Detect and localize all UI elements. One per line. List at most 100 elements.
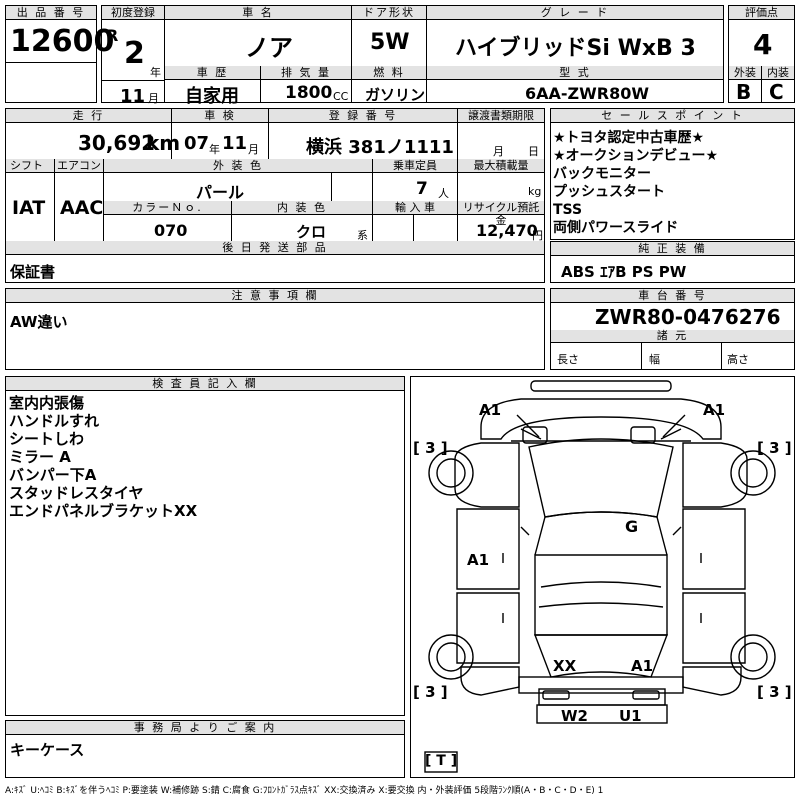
era: R bbox=[106, 26, 119, 45]
car-name: ノア bbox=[245, 34, 293, 62]
insp-year-unit: 年 bbox=[209, 143, 220, 156]
recycle-fee: 12,470 bbox=[476, 221, 538, 240]
tire-rear-left: [ 3 ] bbox=[413, 683, 448, 701]
chassis-label: 車 台 番 号 bbox=[551, 289, 794, 303]
insp-month: 11 bbox=[222, 133, 248, 154]
capacity-unit: 人 bbox=[438, 187, 449, 200]
spare-tire: [ T ] bbox=[425, 753, 458, 769]
reg-year: 2 bbox=[124, 36, 145, 71]
reg-month: 11 bbox=[120, 86, 146, 107]
door-type: 5W bbox=[370, 30, 410, 55]
first-registration-box: 初度登録 R 2 年 11 月 bbox=[101, 5, 165, 107]
score-box: 評価点 4 外装 内装 B C bbox=[728, 5, 795, 104]
rear-right-damage: A1 bbox=[631, 657, 654, 675]
inspector-note: ミラー A bbox=[9, 448, 71, 466]
lot-number: 12600 bbox=[10, 24, 115, 59]
transfer-day: 日 bbox=[528, 145, 539, 158]
ext-color: パール bbox=[196, 183, 245, 202]
equipment: ABS ｴｱB PS PW bbox=[561, 263, 687, 281]
sales-point: ★トヨタ認定中古車歴★ bbox=[553, 130, 705, 146]
displacement: 1800 bbox=[285, 83, 333, 103]
inspector-box: 検 査 員 記 入 欄 室内内張傷 ハンドルすれ シートしわ ミラー A バンパ… bbox=[5, 376, 405, 716]
caution-box: 注 意 事 項 欄 AW違い bbox=[5, 288, 545, 370]
sales-point: TSS bbox=[553, 202, 583, 218]
transfer-month: 月 bbox=[493, 145, 504, 158]
insp-month-unit: 月 bbox=[248, 143, 259, 156]
vehicle-details-box: 走 行 車 検 登 録 番 号 譲渡書類期限 30,692 km 07 年 11… bbox=[5, 108, 545, 283]
tire-rear-right: [ 3 ] bbox=[757, 683, 792, 701]
plate: 横浜 381ノ1111 bbox=[306, 137, 454, 158]
displacement-label: 排 気 量 bbox=[261, 66, 351, 80]
lot-label: 出 品 番 号 bbox=[6, 6, 96, 20]
insp-year: 07 bbox=[184, 133, 210, 154]
equipment-box: 純 正 装 備 ABS ｴｱB PS PW bbox=[550, 241, 795, 283]
sales-point: バックモニター bbox=[553, 166, 651, 182]
sales-point: 両側パワースライド bbox=[553, 220, 679, 236]
model: 6AA-ZWR80W bbox=[525, 84, 650, 103]
rear-bumper-left-damage: W2 bbox=[561, 707, 588, 725]
interior-label: 内装 bbox=[762, 66, 794, 80]
capacity: 7 bbox=[416, 179, 428, 199]
legend: A:ｷｽﾞ U:ﾍｺﾐ B:ｷｽﾞを伴うﾍｺﾐ P:要塗装 W:補修跡 S:錆 … bbox=[5, 786, 604, 796]
office-label: 事 務 局 よ り ご 案 内 bbox=[6, 721, 404, 735]
fuel-label: 燃 料 bbox=[352, 66, 426, 80]
inspector-note: エンドパネルブラケットXX bbox=[9, 502, 198, 520]
history: 自家用 bbox=[185, 86, 239, 107]
length-label: 長さ bbox=[557, 353, 579, 366]
aircon-label: エアコン bbox=[55, 159, 103, 173]
sales-point: ★オークションデビュー★ bbox=[553, 148, 719, 164]
door-label: ドア形状 bbox=[352, 6, 426, 20]
maxload-label: 最大積載量 bbox=[458, 159, 544, 173]
grade-label: グ レ ー ド bbox=[427, 6, 723, 20]
car-outline-icon bbox=[424, 380, 776, 773]
model-label: 型 式 bbox=[427, 66, 723, 80]
inspector-label: 検 査 員 記 入 欄 bbox=[6, 377, 404, 391]
mileage: 30,692 bbox=[78, 131, 156, 155]
plate-label: 登 録 番 号 bbox=[269, 109, 457, 123]
score: 4 bbox=[753, 28, 773, 61]
inspector-note: スタッドレスタイヤ bbox=[9, 484, 144, 502]
car-info-box: 車 名 ドア形状 グ レ ー ド ノア 5W ハイブリッドSi WxB 3 車 … bbox=[164, 5, 724, 107]
caution: AW違い bbox=[10, 313, 68, 331]
capacity-label: 乗車定員 bbox=[373, 159, 457, 173]
chassis-number: ZWR80-0476276 bbox=[595, 305, 781, 329]
carname-label: 車 名 bbox=[165, 6, 351, 20]
maxload-unit: kg bbox=[528, 185, 542, 198]
interior-grade: C bbox=[769, 80, 784, 104]
aircon: AAC bbox=[60, 197, 104, 219]
office-box: 事 務 局 よ り ご 案 内 キーケース bbox=[5, 720, 405, 778]
inspector-note: ハンドルすれ bbox=[9, 412, 100, 430]
chassis-box: 車 台 番 号 ZWR80-0476276 諸 元 長さ 幅 高さ bbox=[550, 288, 795, 370]
car-diagram: A1 A1 [ 3 ] [ 3 ] G A1 XX A1 [ 3 ] [ 3 ]… bbox=[410, 376, 795, 778]
month-unit: 月 bbox=[148, 92, 159, 105]
exterior-grade: B bbox=[736, 80, 752, 104]
caution-label: 注 意 事 項 欄 bbox=[6, 289, 544, 303]
first-reg-label: 初度登録 bbox=[102, 6, 164, 20]
equip-label: 純 正 装 備 bbox=[551, 242, 794, 256]
colorno-label: カラーＮｏ. bbox=[104, 201, 231, 215]
year-unit: 年 bbox=[150, 66, 161, 79]
sales-point: プッシュスタート bbox=[553, 184, 665, 200]
mileage-label: 走 行 bbox=[6, 109, 171, 123]
fuel: ガソリン bbox=[365, 86, 426, 104]
front-left-damage: A1 bbox=[479, 401, 502, 419]
left-door-damage: A1 bbox=[467, 551, 490, 569]
later-parts-label: 後 日 発 送 部 品 bbox=[6, 241, 544, 255]
shift: IAT bbox=[12, 197, 46, 219]
exterior-label: 外装 bbox=[729, 66, 761, 80]
height-label: 高さ bbox=[727, 353, 749, 366]
inspector-note: シートしわ bbox=[9, 430, 85, 448]
spec-label: 諸 元 bbox=[551, 330, 794, 343]
ext-color-label: 外 装 色 bbox=[104, 159, 372, 173]
inspector-note: バンパー下A bbox=[9, 466, 97, 484]
history-label: 車 歴 bbox=[165, 66, 260, 80]
shift-label: シフト bbox=[6, 159, 54, 173]
inspector-notes: 室内内張傷 ハンドルすれ シートしわ ミラー A バンパー下A スタッドレスタイ… bbox=[9, 394, 197, 520]
front-right-damage: A1 bbox=[703, 401, 726, 419]
import-label: 輸 入 車 bbox=[373, 201, 457, 215]
sales-points-list: ★トヨタ認定中古車歴★ ★オークションデビュー★ バックモニター プッシュスター… bbox=[553, 129, 718, 237]
km-unit: km bbox=[146, 131, 181, 155]
inspection-label: 車 検 bbox=[172, 109, 268, 123]
cc-unit: CC bbox=[333, 90, 349, 103]
later-parts: 保証書 bbox=[10, 263, 56, 281]
